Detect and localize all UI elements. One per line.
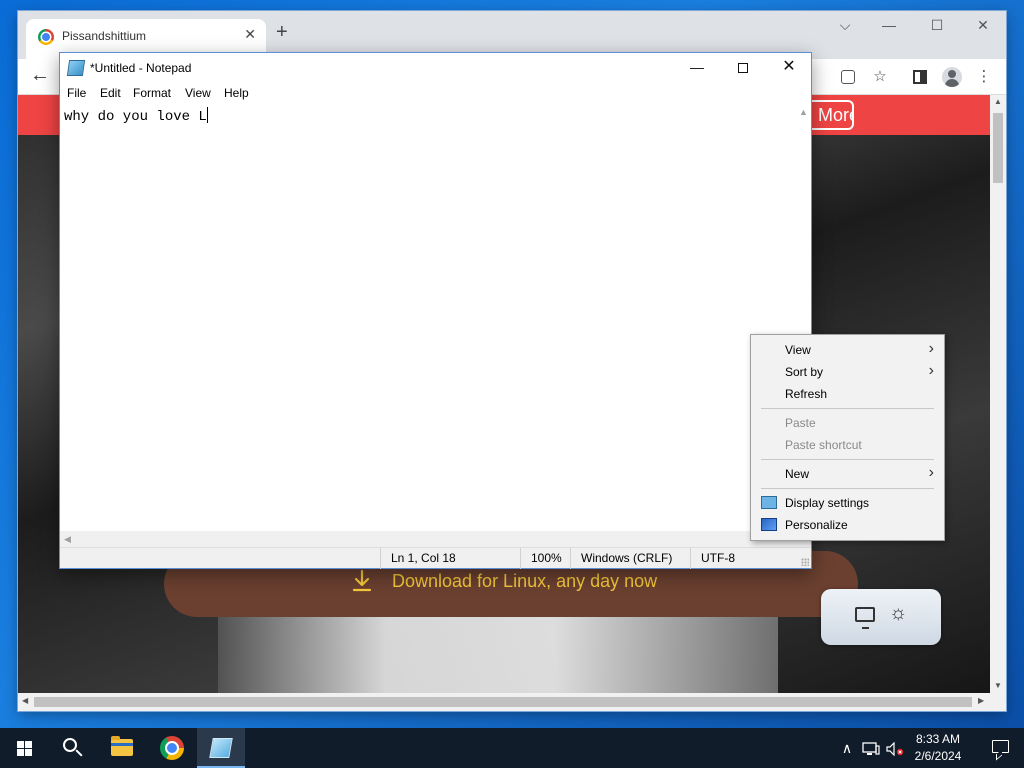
ctx-new-label: New	[785, 467, 810, 481]
chevron-right-icon: ›	[928, 362, 934, 379]
theme-switcher: ☼	[821, 589, 941, 645]
clock-date: 2/6/2024	[914, 749, 962, 763]
chrome-icon	[160, 736, 184, 760]
ctx-refresh[interactable]: Refresh	[751, 383, 944, 405]
notepad-titlebar[interactable]: *Untitled - Notepad — ✕	[60, 53, 811, 83]
ctx-refresh-label: Refresh	[785, 387, 828, 401]
notepad-text: why do you love L	[64, 107, 208, 125]
menu-separator	[761, 459, 934, 460]
browser-horizontal-scrollbar[interactable]: ◀ ▶	[18, 693, 1006, 711]
scroll-down-arrow-icon[interactable]: ▼	[990, 681, 1006, 690]
scroll-left-arrow-icon[interactable]: ◀	[22, 696, 28, 705]
scrollbar-thumb[interactable]	[993, 113, 1003, 183]
bookmark-star-icon[interactable]: ☆	[870, 67, 890, 87]
personalize-icon	[761, 518, 777, 531]
notepad-app-icon	[66, 60, 86, 76]
desktop-context-menu: View › Sort by › Refresh Paste Paste sho…	[750, 334, 945, 541]
network-icon[interactable]	[860, 728, 882, 768]
ctx-personalize[interactable]: Personalize	[751, 514, 944, 536]
windows-logo-icon	[17, 741, 32, 756]
status-zoom: 100%	[520, 548, 570, 569]
browser-close-button[interactable]: ✕	[968, 17, 998, 34]
scroll-up-arrow-icon[interactable]: ▲	[799, 107, 808, 117]
chevron-right-icon: ›	[928, 340, 934, 357]
taskbar-clock[interactable]: 8:33 AM 2/6/2024	[906, 731, 970, 765]
ctx-sort-by-label: Sort by	[785, 365, 824, 379]
profile-avatar-icon[interactable]	[942, 67, 962, 87]
download-label: Download for Linux, any day now	[392, 571, 658, 591]
notepad-title: *Untitled - Notepad	[90, 61, 192, 75]
tray-chevron-icon[interactable]: ∧	[838, 728, 856, 768]
notepad-status-bar: Ln 1, Col 18 100% Windows (CRLF) UTF-8	[60, 547, 811, 569]
ctx-display-settings-label: Display settings	[785, 496, 870, 510]
display-settings-icon	[761, 496, 777, 509]
chevron-right-icon: ›	[928, 464, 934, 481]
notepad-horizontal-scrollbar[interactable]: ◀	[60, 531, 811, 547]
notepad-maximize-button[interactable]	[720, 53, 766, 83]
share-icon[interactable]	[841, 70, 855, 84]
scroll-left-arrow-icon[interactable]: ◀	[64, 534, 71, 545]
menu-format[interactable]: Format	[133, 86, 171, 100]
tab-search-icon[interactable]: ⌵	[830, 17, 860, 34]
ctx-display-settings[interactable]: Display settings	[751, 492, 944, 514]
menu-separator	[761, 488, 934, 489]
new-tab-button[interactable]: +	[276, 22, 288, 42]
folder-icon	[111, 736, 133, 756]
ctx-personalize-label: Personalize	[785, 518, 848, 532]
search-button[interactable]	[48, 728, 96, 768]
notepad-menubar: File Edit Format View Help	[60, 83, 811, 103]
menu-view[interactable]: View	[185, 86, 211, 100]
notepad-window: *Untitled - Notepad — ✕ File Edit Format…	[59, 52, 812, 569]
notepad-close-button[interactable]: ✕	[766, 53, 812, 83]
volume-muted-icon[interactable]	[884, 728, 906, 768]
notepad-icon	[209, 738, 233, 758]
ctx-sort-by[interactable]: Sort by ›	[751, 361, 944, 383]
notepad-minimize-button[interactable]: —	[674, 53, 720, 83]
ctx-paste-shortcut-label: Paste shortcut	[785, 438, 862, 452]
menu-separator	[761, 408, 934, 409]
chrome-favicon-icon	[38, 29, 54, 45]
notepad-text-area[interactable]: why do you love L	[60, 103, 795, 531]
side-panel-icon[interactable]	[913, 70, 927, 84]
ctx-paste-label: Paste	[785, 416, 816, 430]
status-line-ending: Windows (CRLF)	[570, 548, 690, 569]
browser-maximize-button[interactable]: ☐	[922, 17, 952, 34]
back-arrow-icon[interactable]: ←	[30, 64, 50, 87]
browser-vertical-scrollbar[interactable]: ▲ ▼	[990, 95, 1006, 693]
notification-center-button[interactable]	[978, 728, 1024, 768]
ctx-view-label: View	[785, 343, 811, 357]
taskbar: ∧ 8:33 AM 2/6/2024	[0, 728, 1024, 768]
scroll-up-arrow-icon[interactable]: ▲	[990, 97, 1006, 106]
tab-close-icon[interactable]: ✕	[244, 26, 256, 43]
browser-tab-title: Pissandshittium	[62, 29, 147, 43]
clock-time: 8:33 AM	[915, 732, 961, 746]
status-line-col: Ln 1, Col 18	[380, 548, 520, 569]
browser-menu-icon[interactable]: ⋮	[974, 67, 994, 87]
ctx-new[interactable]: New ›	[751, 463, 944, 485]
menu-edit[interactable]: Edit	[100, 86, 121, 100]
ctx-paste: Paste	[751, 412, 944, 434]
sun-icon[interactable]: ☼	[889, 603, 907, 623]
monitor-icon[interactable]	[855, 607, 875, 629]
taskbar-chrome[interactable]	[148, 728, 196, 768]
taskbar-notepad[interactable]	[197, 728, 245, 768]
resize-grip-icon[interactable]	[801, 558, 809, 566]
start-button[interactable]	[0, 728, 48, 768]
menu-help[interactable]: Help	[224, 86, 249, 100]
download-icon	[352, 569, 372, 592]
menu-file[interactable]: File	[67, 86, 86, 100]
browser-minimize-button[interactable]: —	[874, 17, 904, 33]
status-encoding: UTF-8	[690, 548, 811, 569]
ctx-view[interactable]: View ›	[751, 339, 944, 361]
taskbar-file-explorer[interactable]	[98, 728, 146, 768]
ctx-paste-shortcut: Paste shortcut	[751, 434, 944, 456]
scroll-right-arrow-icon[interactable]: ▶	[978, 696, 984, 705]
background-photo	[218, 605, 778, 693]
notification-icon	[992, 740, 1009, 753]
search-icon	[63, 738, 77, 752]
scrollbar-thumb[interactable]	[34, 697, 972, 707]
